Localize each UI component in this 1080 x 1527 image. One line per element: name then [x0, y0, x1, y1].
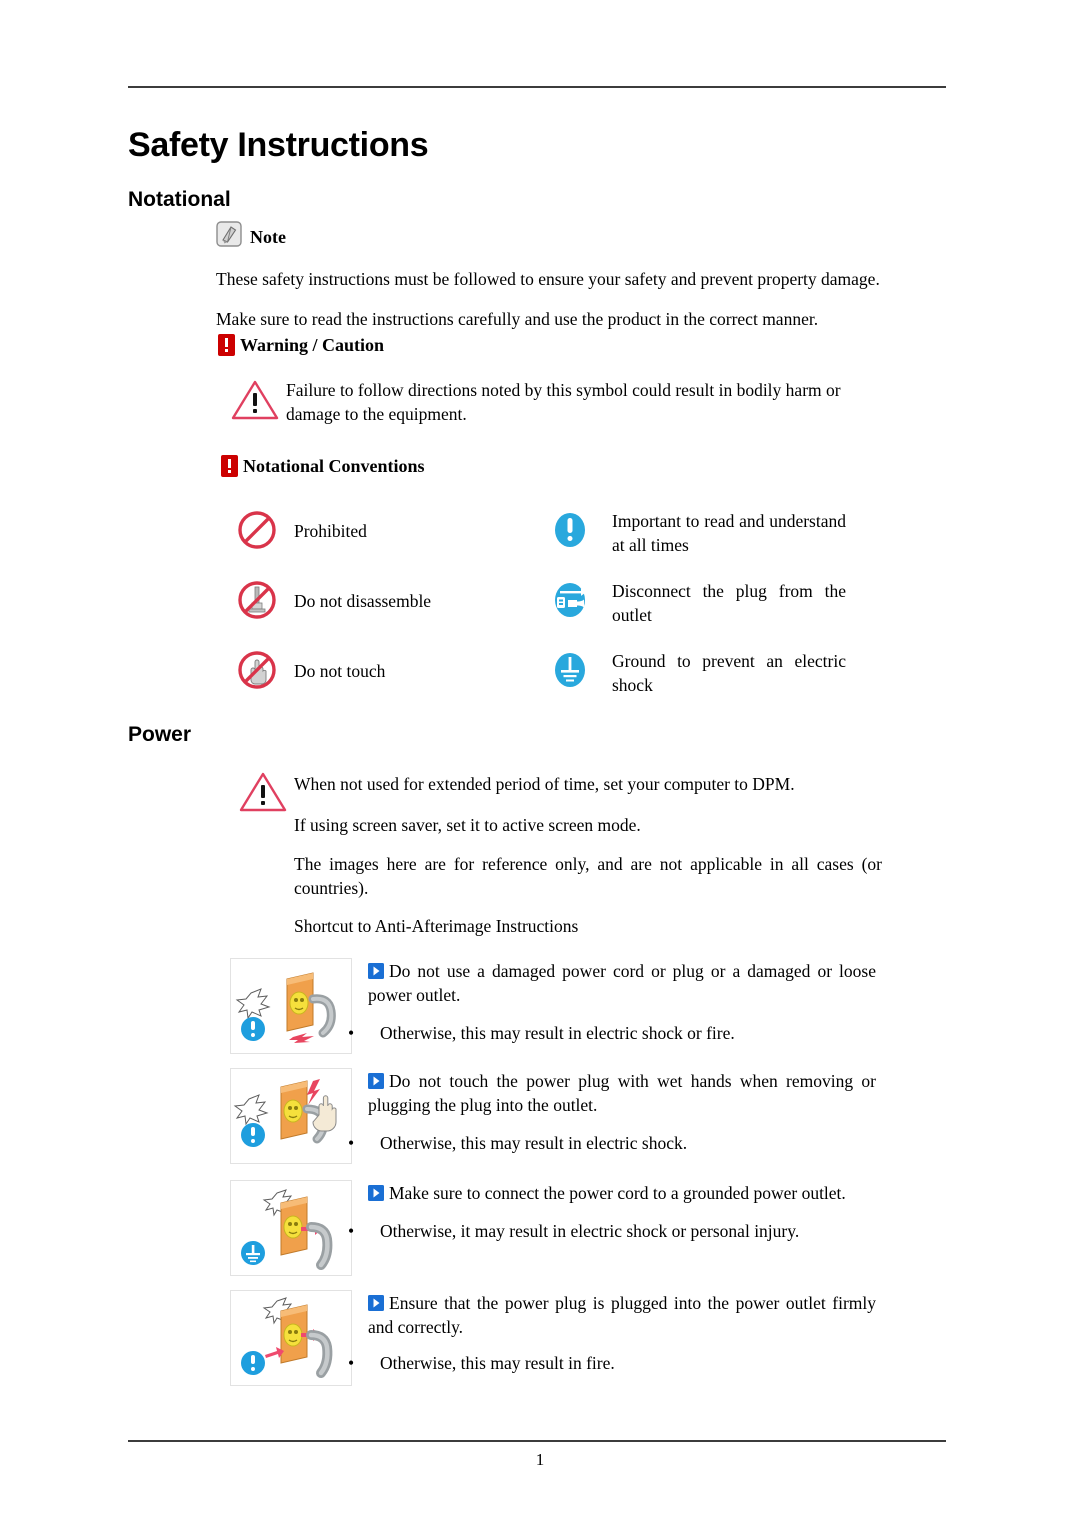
important-read-icon: [548, 508, 592, 552]
power-warning-triangle-icon: [238, 770, 288, 819]
notational-paragraph-2: Make sure to read the instructions caref…: [216, 309, 819, 329]
power-item-2-bullet-text: Otherwise, this may result in electric s…: [380, 1133, 688, 1153]
section-heading-power: Power: [128, 723, 192, 746]
power-item-3-heading: Make sure to connect the power cord to a…: [368, 1182, 876, 1206]
blue-arrow-marker: [368, 1294, 384, 1311]
blue-arrow-marker: [368, 1072, 384, 1089]
power-item-1-heading: Do not use a damaged power cord or plug …: [368, 960, 876, 1007]
note-pen-icon: [216, 221, 242, 247]
warning-caution-text: Failure to follow directions noted by th…: [286, 380, 841, 425]
section-heading-notational: Notational: [128, 188, 231, 211]
power-item-2-heading: Do not touch the power plug with wet han…: [368, 1070, 876, 1117]
grounded-outlet-illustration: [230, 1180, 352, 1276]
power-item-1-heading-text: Do not use a damaged power cord or plug …: [368, 961, 876, 1005]
power-paragraph-1: When not used for extended period of tim…: [294, 774, 795, 794]
power-item-2-heading-text: Do not touch the power plug with wet han…: [368, 1071, 876, 1115]
warning-caution-label: Warning / Caution: [240, 335, 385, 355]
power-item-4-heading-text: Ensure that the power plug is plugged in…: [368, 1293, 876, 1337]
power-item-4-heading: Ensure that the power plug is plugged in…: [368, 1292, 876, 1339]
disconnect-plug-icon: [548, 578, 592, 622]
page-title: Safety Instructions: [128, 126, 429, 164]
convention-label-important-read: Important to read and understand at all …: [612, 511, 846, 556]
page-number: 1: [535, 1450, 545, 1469]
notational-conventions-label: Notational Conventions: [243, 456, 425, 476]
convention-label-do-not-touch: Do not touch: [294, 661, 386, 681]
convention-label-do-not-disassemble: Do not disassemble: [294, 591, 432, 611]
bullet-dot: •: [348, 1133, 355, 1153]
convention-label-disconnect-plug: Disconnect the plug from the outlet: [612, 581, 846, 626]
note-label: Note: [250, 227, 286, 247]
blue-arrow-marker: [368, 1184, 384, 1201]
power-item-3-bullet-text: Otherwise, it may result in electric sho…: [380, 1221, 800, 1241]
ground-icon: [548, 648, 592, 692]
footer-rule: [128, 1440, 946, 1442]
bullet-dot: •: [348, 1023, 355, 1043]
blue-arrow-marker: [368, 962, 384, 979]
notational-paragraph-1: These safety instructions must be follow…: [216, 269, 880, 289]
wet-hands-plug-illustration: [230, 1068, 352, 1164]
prohibited-icon: [235, 508, 279, 552]
do-not-disassemble-icon: [235, 578, 279, 622]
damaged-power-cord-illustration: [230, 958, 352, 1054]
power-paragraph-3: The images here are for reference only, …: [294, 854, 882, 899]
bullet-dot: •: [348, 1221, 355, 1241]
do-not-touch-icon: [235, 648, 279, 692]
warning-triangle-icon: [230, 378, 280, 427]
bullet-dot: •: [348, 1353, 355, 1373]
convention-label-prohibited: Prohibited: [294, 521, 367, 541]
red-exclamation-icon: [218, 334, 235, 356]
convention-label-ground: Ground to prevent an electric shock: [612, 651, 846, 696]
firm-plug-illustration: [230, 1290, 352, 1386]
power-paragraph-2: If using screen saver, set it to active …: [294, 815, 641, 835]
power-item-1-bullet-text: Otherwise, this may result in electric s…: [380, 1023, 735, 1043]
power-item-4-bullet-text: Otherwise, this may result in fire.: [380, 1353, 615, 1373]
power-item-3-heading-text: Make sure to connect the power cord to a…: [389, 1183, 846, 1203]
conventions-red-exclamation-icon: [221, 455, 238, 477]
header-rule: [128, 86, 946, 88]
document-page: Safety Instructions Notational Note Thes…: [0, 0, 1080, 1527]
power-paragraph-4: Shortcut to Anti-Afterimage Instructions: [294, 916, 579, 936]
